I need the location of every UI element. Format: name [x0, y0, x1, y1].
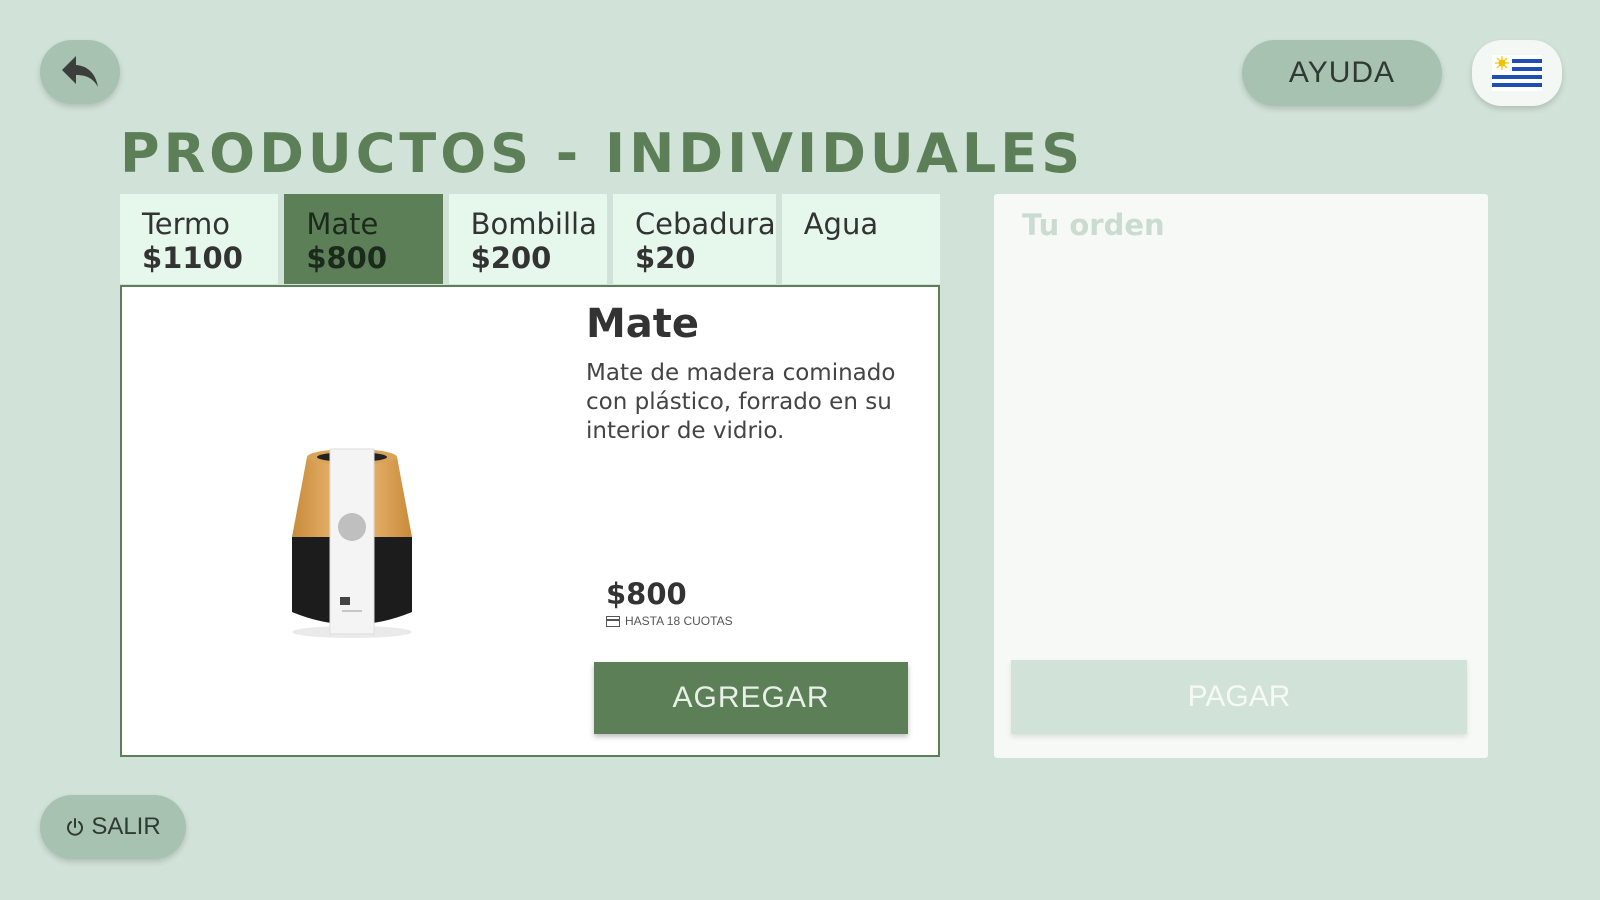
- tab-name: Termo: [142, 207, 231, 241]
- installments-text: HASTA 18 CUOTAS: [625, 614, 733, 628]
- tab-mate[interactable]: Mate $800: [284, 194, 443, 284]
- product-tabs: Termo $1100 Mate $800 Bombilla $200 Ceba…: [120, 194, 941, 284]
- tab-price: $800: [306, 241, 388, 275]
- exit-label: SALIR: [91, 813, 161, 840]
- product-price: $800: [606, 577, 687, 611]
- tab-bombilla[interactable]: Bombilla $200: [448, 194, 607, 284]
- tab-cebadura[interactable]: Cebadura $20: [612, 194, 776, 284]
- credit-card-icon: [606, 615, 620, 627]
- product-detail-panel: Mate Mate de madera cominado con plástic…: [120, 285, 940, 757]
- back-arrow-icon: [62, 56, 98, 87]
- back-button[interactable]: [40, 40, 120, 104]
- tab-price: $200: [470, 241, 552, 275]
- mate-cup-image: [292, 448, 412, 638]
- order-panel: Tu orden PAGAR: [994, 194, 1488, 758]
- order-title: Tu orden: [1022, 208, 1165, 242]
- power-icon: [67, 818, 84, 836]
- tab-termo[interactable]: Termo $1100: [120, 194, 279, 284]
- language-flag-button[interactable]: [1472, 40, 1562, 106]
- tab-name: Bombilla: [470, 207, 597, 241]
- product-description: Mate de madera cominado con plástico, fo…: [586, 360, 896, 444]
- tab-name: Mate: [306, 207, 379, 241]
- pay-button[interactable]: PAGAR: [1011, 660, 1467, 734]
- tab-price: $20: [634, 241, 696, 275]
- help-button[interactable]: AYUDA: [1242, 40, 1442, 106]
- tab-agua[interactable]: Agua: [781, 194, 941, 284]
- exit-button[interactable]: SALIR: [40, 795, 186, 859]
- tab-name: Agua: [803, 207, 879, 241]
- add-to-order-button[interactable]: AGREGAR: [594, 662, 908, 734]
- page-title: PRODUCTOS - INDIVIDUALES: [120, 122, 1085, 185]
- tab-name: Cebadura: [634, 207, 776, 241]
- product-title: Mate: [586, 301, 700, 347]
- uruguay-flag-icon: [1492, 55, 1542, 91]
- tab-price: $1100: [142, 241, 243, 275]
- installments-info: HASTA 18 CUOTAS: [606, 614, 733, 628]
